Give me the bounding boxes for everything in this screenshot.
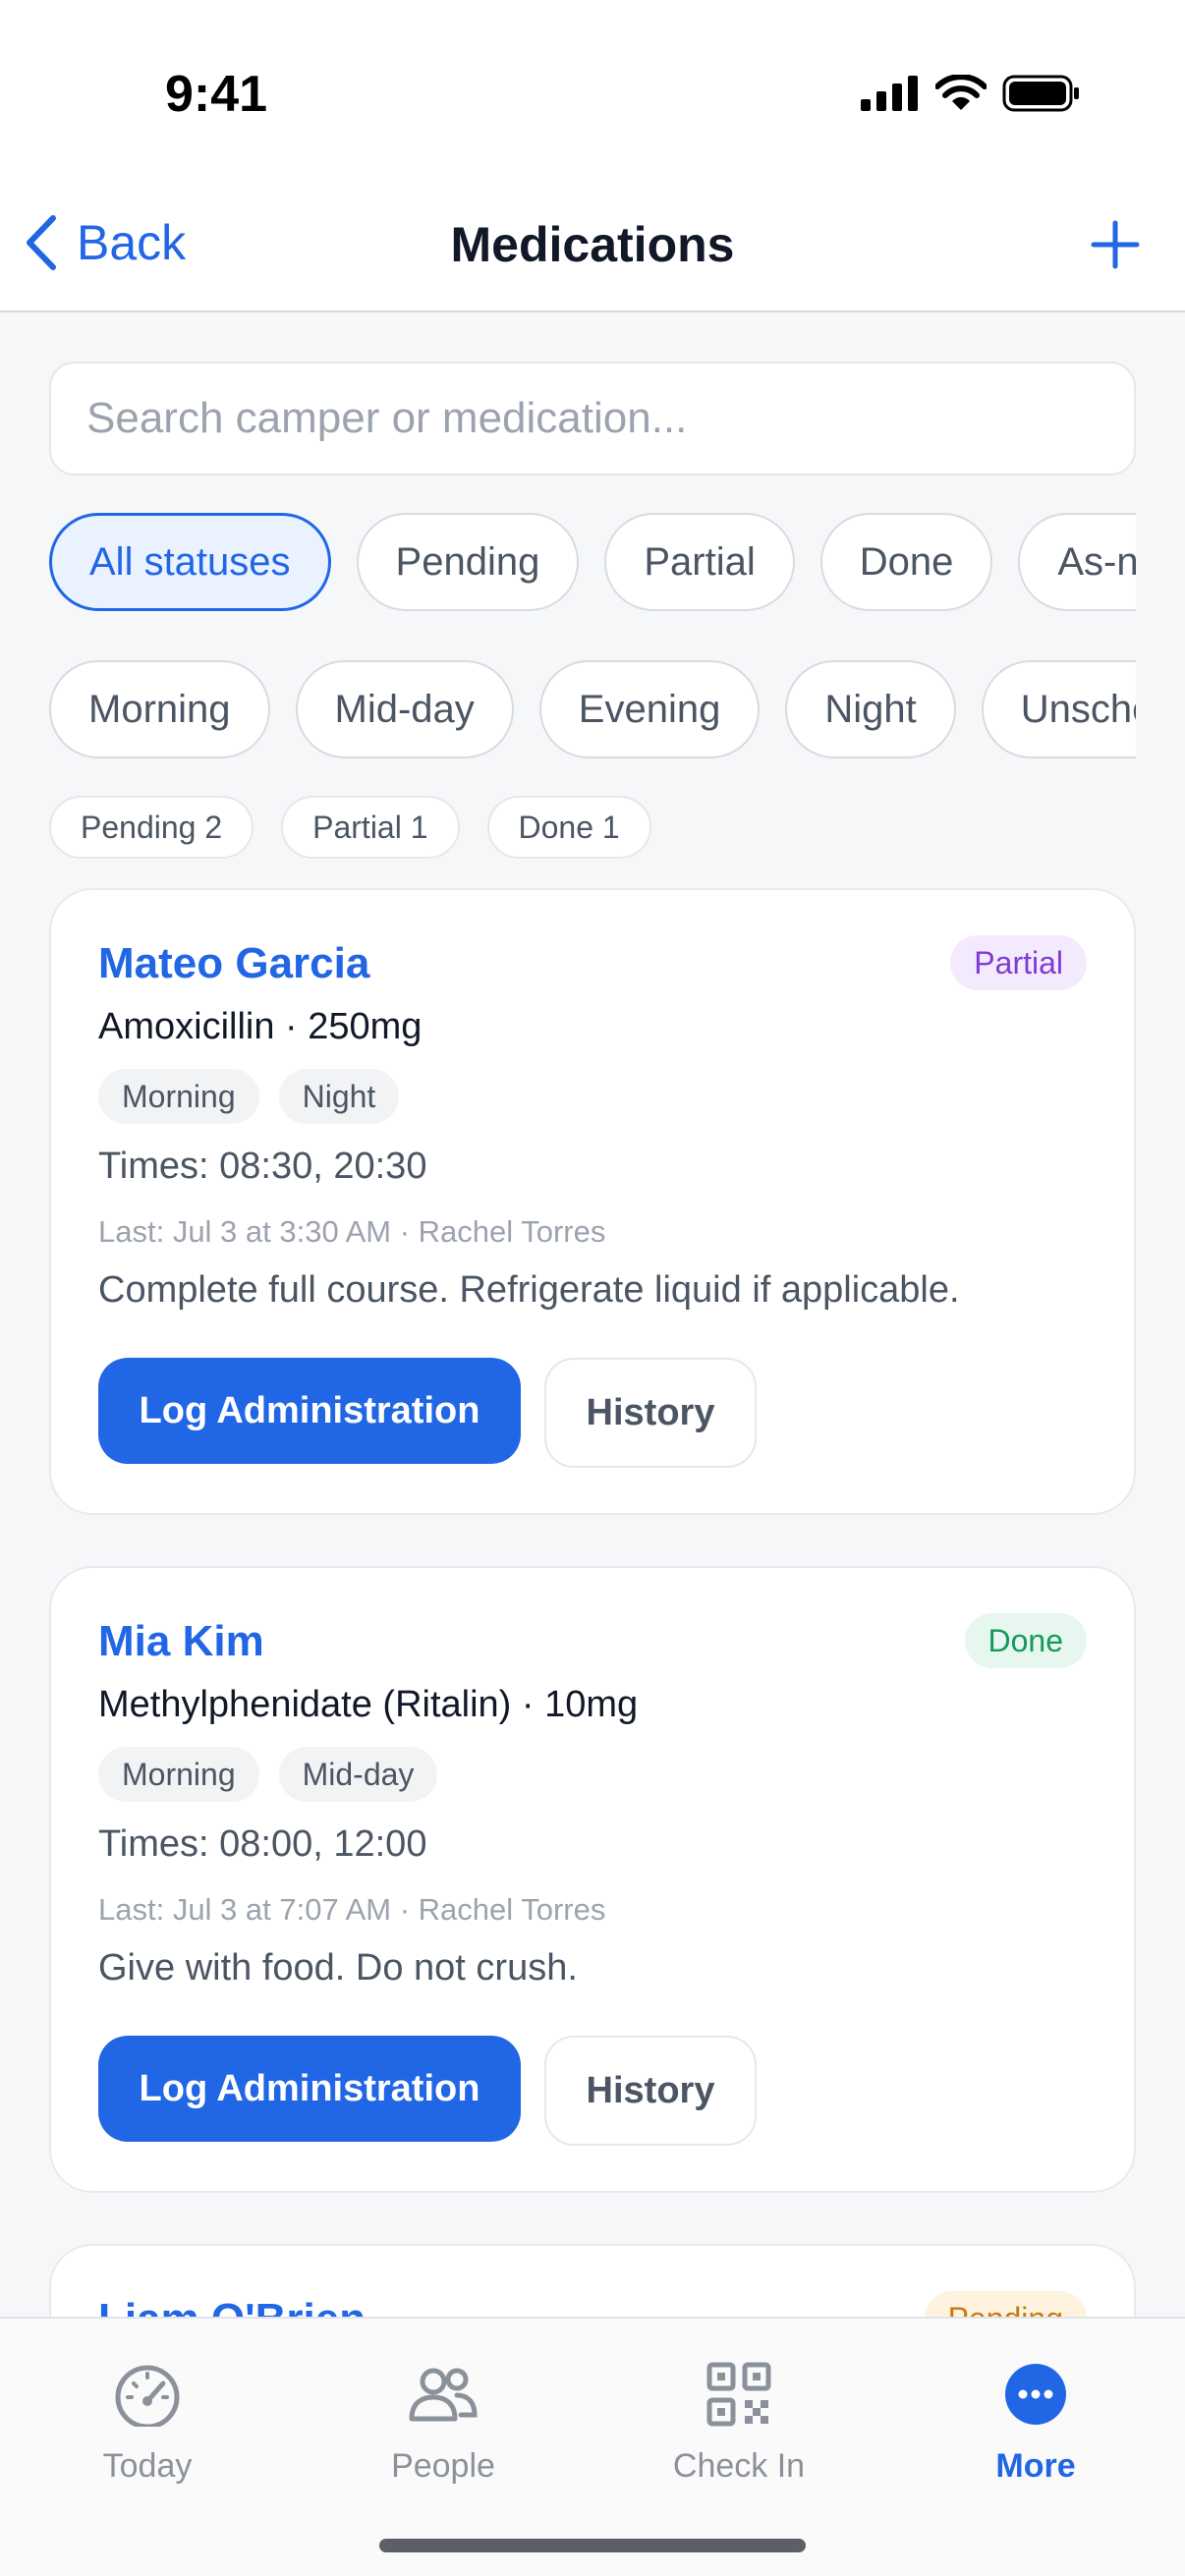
- wifi-icon: [935, 75, 987, 110]
- gauge-icon: [115, 2365, 180, 2430]
- medication-note: Complete full course. Refrigerate liquid…: [98, 1269, 960, 1311]
- medication-dose: Amoxicillin · 250mg: [98, 1006, 423, 1047]
- status-filter-row: All statuses Pending Partial Done As-nee…: [49, 513, 1136, 611]
- history-button[interactable]: History: [544, 1358, 757, 1468]
- people-icon: [409, 2368, 478, 2422]
- tab-people[interactable]: People: [325, 2362, 561, 2486]
- chip-unscheduled[interactable]: Unscheduled: [981, 660, 1136, 758]
- status-badge: Partial: [950, 935, 1087, 990]
- camper-name[interactable]: Mia Kim: [98, 1617, 264, 1666]
- chip-evening[interactable]: Evening: [538, 660, 761, 758]
- tab-label: More: [995, 2447, 1076, 2485]
- schedule-tags: Morning Mid-day: [98, 1747, 438, 1802]
- more-icon: [1005, 2364, 1066, 2425]
- home-indicator: [379, 2539, 806, 2552]
- navigation-bar: Back Medications: [0, 187, 1185, 312]
- add-medication-button[interactable]: [1091, 220, 1140, 274]
- status-icons: [861, 75, 1081, 112]
- chip-mid-day[interactable]: Mid-day: [295, 660, 514, 758]
- chip-as-needed[interactable]: As-needed: [1018, 513, 1136, 611]
- log-administration-button[interactable]: Log Administration: [98, 1358, 521, 1464]
- medication-card: Mia Kim Done Methylphenidate (Ritalin) ·…: [49, 1566, 1136, 2193]
- count-pending: Pending 2: [49, 796, 254, 859]
- tab-check-in[interactable]: Check In: [621, 2362, 857, 2486]
- cellular-signal-icon: [861, 76, 918, 111]
- count-partial: Partial 1: [281, 796, 460, 859]
- tab-bar: Today People Check In More: [0, 2317, 1185, 2576]
- chip-morning[interactable]: Morning: [49, 660, 270, 758]
- battery-icon: [1002, 75, 1079, 112]
- log-administration-button[interactable]: Log Administration: [98, 2036, 521, 2142]
- schedule-tags: Morning Night: [98, 1069, 400, 1124]
- plus-icon: [1091, 220, 1140, 269]
- page-title: Medications: [450, 217, 735, 272]
- scheduled-times: Times: 08:30, 20:30: [98, 1146, 427, 1187]
- medication-card: Mateo Garcia Partial Amoxicillin · 250mg…: [49, 888, 1136, 1515]
- status-badge: Done: [964, 1613, 1087, 1668]
- medication-note: Give with food. Do not crush.: [98, 1947, 578, 1988]
- status-counts: Pending 2 Partial 1 Done 1: [49, 796, 651, 859]
- count-done: Done 1: [486, 796, 651, 859]
- history-button[interactable]: History: [544, 2036, 757, 2146]
- chip-pending[interactable]: Pending: [356, 513, 580, 611]
- status-time: 9:41: [165, 66, 268, 123]
- schedule-tag: Mid-day: [278, 1747, 438, 1802]
- chip-night[interactable]: Night: [785, 660, 956, 758]
- tab-label: Check In: [672, 2447, 806, 2485]
- time-filter-row: Morning Mid-day Evening Night Unschedule…: [49, 660, 1136, 758]
- camper-name[interactable]: Mateo Garcia: [98, 939, 369, 988]
- tab-label: Today: [102, 2447, 193, 2485]
- chip-partial[interactable]: Partial: [604, 513, 795, 611]
- last-administered: Last: Jul 3 at 3:30 AM · Rachel Torres: [98, 1214, 606, 1249]
- chip-all-statuses[interactable]: All statuses: [49, 513, 331, 611]
- schedule-tag: Morning: [98, 1069, 259, 1124]
- last-administered: Last: Jul 3 at 7:07 AM · Rachel Torres: [98, 1892, 606, 1927]
- medication-dose: Methylphenidate (Ritalin) · 10mg: [98, 1684, 639, 1725]
- tab-more[interactable]: More: [918, 2362, 1154, 2486]
- schedule-tag: Morning: [98, 1747, 259, 1802]
- scheduled-times: Times: 08:00, 12:00: [98, 1823, 427, 1865]
- qr-code-icon: [706, 2362, 771, 2427]
- tab-today[interactable]: Today: [29, 2362, 265, 2486]
- chip-done[interactable]: Done: [819, 513, 993, 611]
- tab-label: People: [391, 2447, 495, 2485]
- status-bar: 9:41: [0, 0, 1185, 187]
- schedule-tag: Night: [278, 1069, 400, 1124]
- search-input[interactable]: [49, 362, 1136, 476]
